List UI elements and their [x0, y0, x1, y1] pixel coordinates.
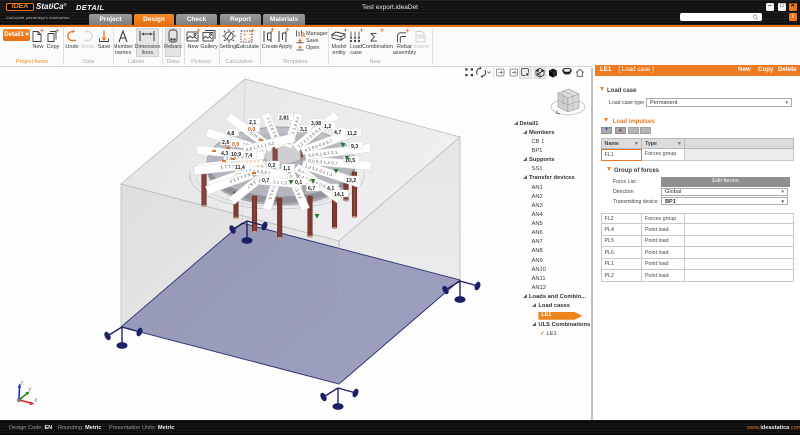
svg-text:0,0: 0,0 [232, 142, 239, 148]
svg-text:7,4: 7,4 [245, 153, 252, 159]
svg-text:+: + [197, 28, 201, 35]
svg-text:11,2: 11,2 [347, 131, 357, 137]
svg-text:0,7: 0,7 [262, 178, 269, 184]
svg-text:×: × [243, 38, 247, 44]
svg-text:+: + [56, 28, 60, 35]
svg-text:1,1: 1,1 [283, 166, 290, 172]
svg-text:+: + [406, 28, 410, 35]
svg-text:3,08: 3,08 [311, 121, 321, 127]
svg-text:4,3: 4,3 [221, 151, 228, 157]
svg-text:X: X [33, 398, 38, 404]
svg-text:2,6: 2,6 [222, 140, 229, 146]
svg-text:11,4: 11,4 [235, 165, 245, 171]
svg-text:2,81: 2,81 [279, 115, 289, 121]
svg-text:+: + [271, 27, 275, 34]
svg-text:10,9: 10,9 [231, 152, 241, 158]
svg-text:13,2: 13,2 [346, 178, 356, 184]
svg-text:Z: Z [19, 381, 24, 387]
svg-text:+: + [360, 28, 364, 35]
svg-text:9,3: 9,3 [351, 144, 358, 150]
svg-text:1,2: 1,2 [324, 124, 331, 130]
svg-text:+: + [286, 27, 290, 34]
svg-text:3,1: 3,1 [300, 127, 307, 133]
svg-text:DXF: DXF [418, 35, 424, 39]
svg-text:+: + [344, 28, 348, 35]
svg-text:=: = [249, 38, 253, 44]
svg-text:0,0: 0,0 [248, 127, 255, 133]
svg-text:4,8: 4,8 [227, 131, 234, 137]
svg-text:Σ: Σ [370, 31, 377, 45]
svg-text:6,7: 6,7 [308, 186, 315, 192]
svg-text:0,2: 0,2 [268, 163, 275, 169]
svg-text:+: + [40, 28, 44, 35]
svg-text:4,7: 4,7 [334, 130, 341, 136]
svg-text:14,1: 14,1 [334, 192, 344, 198]
svg-text:+: + [380, 28, 384, 35]
svg-text:0,1: 0,1 [295, 180, 302, 186]
svg-text:Y: Y [28, 388, 32, 394]
